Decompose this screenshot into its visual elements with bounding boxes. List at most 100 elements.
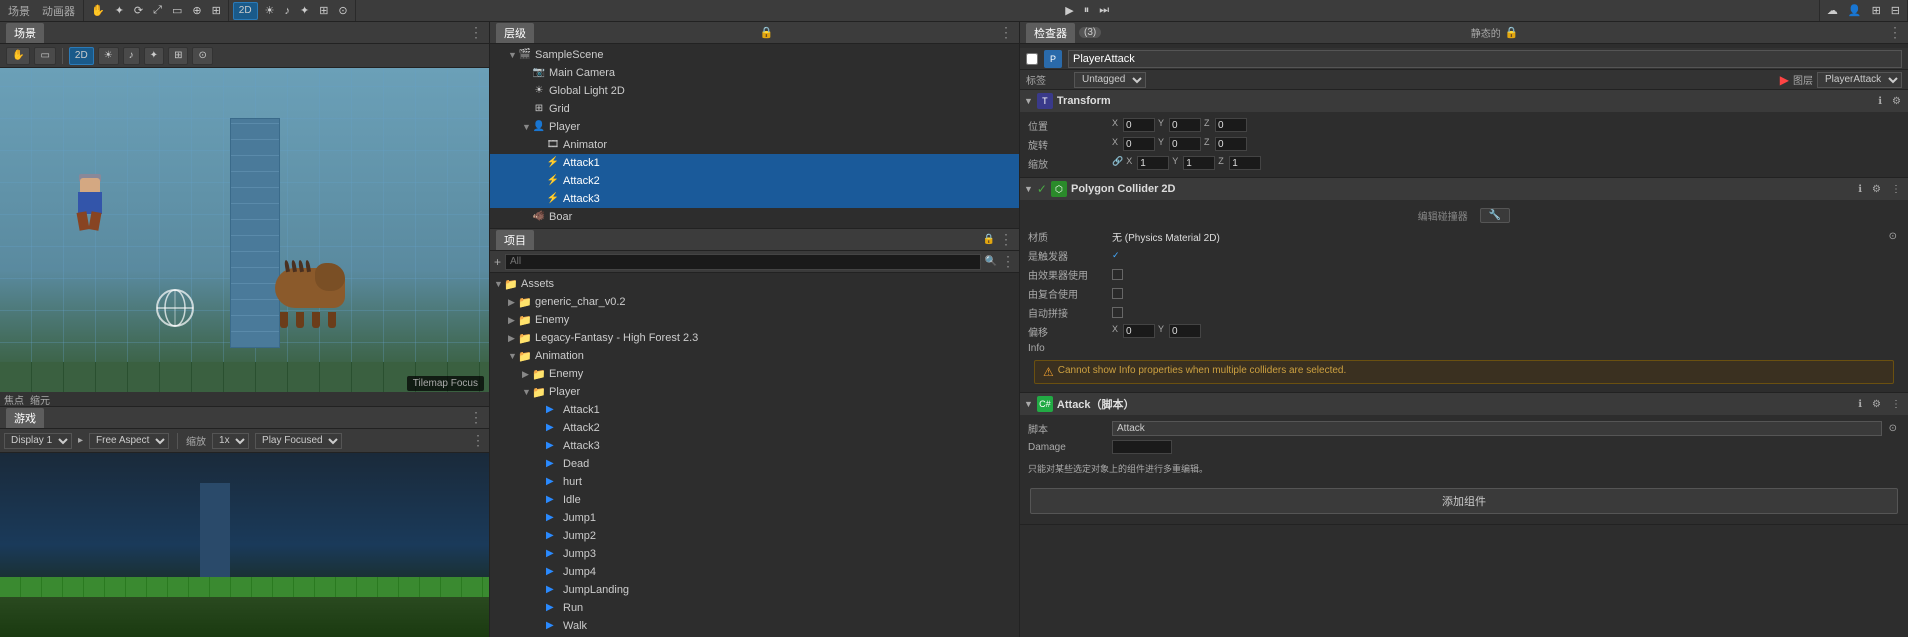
- hier-item-light[interactable]: ☀ Global Light 2D: [490, 82, 1019, 100]
- proj-item-walk-anim[interactable]: ▶ Walk: [490, 617, 1019, 635]
- rot-x-input[interactable]: [1123, 137, 1155, 151]
- proj-item-generic-char[interactable]: ▶ 📁 generic_char_v0.2: [490, 293, 1019, 311]
- project-search-menu[interactable]: ⋮: [1001, 253, 1015, 270]
- proj-item-jump3-anim[interactable]: ▶ Jump3: [490, 545, 1019, 563]
- scale-x-input[interactable]: [1137, 156, 1169, 170]
- scene-audio[interactable]: ♪: [123, 47, 140, 65]
- transform-gear-btn[interactable]: ⚙: [1889, 95, 1904, 108]
- scene-grid[interactable]: ⊞: [168, 47, 188, 65]
- layers-btn[interactable]: ⊞: [1869, 3, 1884, 18]
- project-tab[interactable]: 项目: [496, 230, 534, 250]
- proj-item-jumplanding-anim[interactable]: ▶ JumpLanding: [490, 581, 1019, 599]
- proj-item-assets[interactable]: ▼ 📁 Assets: [490, 275, 1019, 293]
- scene-menu-label[interactable]: 场景: [4, 3, 34, 19]
- proj-item-animation[interactable]: ▼ 📁 Animation: [490, 347, 1019, 365]
- rot-y-input[interactable]: [1169, 137, 1201, 151]
- rot-z-input[interactable]: [1215, 137, 1247, 151]
- pause-btn[interactable]: ⏸: [1081, 3, 1093, 18]
- hierarchy-lock[interactable]: 🔒: [760, 26, 774, 39]
- attack-info-btn[interactable]: ℹ: [1855, 398, 1865, 411]
- project-add-btn[interactable]: +: [494, 255, 501, 269]
- mode-2d-btn[interactable]: 2D: [233, 2, 258, 20]
- collab-btn[interactable]: ☁: [1824, 3, 1841, 18]
- proj-item-attack2-anim[interactable]: ▶ Attack2: [490, 419, 1019, 437]
- play-btn[interactable]: ▶: [1062, 3, 1076, 18]
- proj-item-player-anim[interactable]: ▼ 📁 Player: [490, 383, 1019, 401]
- offset-x-input[interactable]: [1123, 324, 1155, 338]
- add-component-button[interactable]: 添加组件: [1030, 488, 1898, 514]
- inspector-menu[interactable]: ⋮: [1888, 24, 1902, 41]
- proj-item-enemy-anim[interactable]: ▶ 📁 Enemy: [490, 365, 1019, 383]
- tool-scale[interactable]: ⤢: [150, 3, 165, 18]
- step-btn[interactable]: ⏭: [1096, 3, 1112, 18]
- game-toolbar-menu[interactable]: ⋮: [471, 432, 485, 449]
- script-ref-field[interactable]: [1112, 421, 1882, 436]
- hier-item-samplescene[interactable]: ▼ 🎬 SampleScene: [490, 46, 1019, 64]
- inspector-tab[interactable]: 检查器: [1026, 23, 1075, 43]
- game-tab[interactable]: 游戏: [6, 408, 44, 428]
- scene-viewport[interactable]: Tilemap Focus 焦点 缩元: [0, 68, 489, 406]
- project-lock[interactable]: 🔒: [983, 234, 995, 245]
- proj-item-jump4-anim[interactable]: ▶ Jump4: [490, 563, 1019, 581]
- fx-btn[interactable]: ✦: [297, 3, 312, 18]
- scene-tool-pan[interactable]: ✋: [6, 47, 30, 65]
- scene-light[interactable]: ☀: [98, 47, 119, 65]
- obj-active-checkbox[interactable]: [1026, 53, 1038, 65]
- hier-item-player[interactable]: ▼ 👤 Player: [490, 118, 1019, 136]
- tool-hand[interactable]: ✋: [88, 3, 108, 18]
- hier-item-attack2[interactable]: ⚡ Attack2: [490, 172, 1019, 190]
- tool-rotate[interactable]: ⟳: [131, 3, 146, 18]
- project-content[interactable]: ▼ 📁 Assets ▶ 📁 generic_char_v0.2 ▶ 📁 Ene…: [490, 273, 1019, 637]
- game-viewport[interactable]: [0, 453, 489, 637]
- collider-info-btn[interactable]: ℹ: [1855, 183, 1865, 196]
- project-menu[interactable]: ⋮: [999, 231, 1013, 248]
- edit-collider-btn[interactable]: 🔧: [1480, 208, 1510, 223]
- audio-btn[interactable]: ♪: [281, 4, 293, 18]
- collider-gear-btn[interactable]: ⚙: [1869, 183, 1884, 196]
- scene-mode-2d[interactable]: 2D: [69, 47, 94, 65]
- hierarchy-menu[interactable]: ⋮: [999, 24, 1013, 41]
- offset-y-input[interactable]: [1169, 324, 1201, 338]
- layout-btn[interactable]: ⊟: [1888, 3, 1903, 18]
- proj-item-dead-anim[interactable]: ▶ Dead: [490, 455, 1019, 473]
- attack-header[interactable]: ▼ C# Attack（脚本） ℹ ⚙ ⋮: [1020, 393, 1908, 415]
- proj-item-legacy[interactable]: ▶ 📁 Legacy-Fantasy - High Forest 2.3: [490, 329, 1019, 347]
- hierarchy-tab[interactable]: 层级: [496, 23, 534, 43]
- proj-item-jump2-anim[interactable]: ▶ Jump2: [490, 527, 1019, 545]
- layout-scene-btn[interactable]: ⊞: [316, 3, 331, 18]
- scene-tab[interactable]: 场景: [6, 23, 44, 43]
- damage-field[interactable]: [1112, 440, 1172, 454]
- pos-x-input[interactable]: [1123, 118, 1155, 132]
- pos-y-input[interactable]: [1169, 118, 1201, 132]
- scene-gizmo[interactable]: ⊙: [192, 47, 212, 65]
- project-search-input[interactable]: [505, 254, 981, 270]
- proj-item-attack3-anim[interactable]: ▶ Attack3: [490, 437, 1019, 455]
- proj-item-attack1-anim[interactable]: ▶ Attack1: [490, 401, 1019, 419]
- proj-item-enemy[interactable]: ▶ 📁 Enemy: [490, 311, 1019, 329]
- scene-panel-menu[interactable]: ⋮: [469, 24, 483, 41]
- scale-y-input[interactable]: [1183, 156, 1215, 170]
- proj-item-hurt-anim[interactable]: ▶ hurt: [490, 473, 1019, 491]
- attack-menu-btn[interactable]: ⋮: [1888, 398, 1904, 411]
- hier-item-maincamera[interactable]: 📷 Main Camera: [490, 64, 1019, 82]
- account-btn[interactable]: 👤: [1845, 3, 1865, 18]
- obj-name-field[interactable]: [1068, 50, 1902, 68]
- tool-transform[interactable]: ⊕: [189, 3, 204, 18]
- proj-item-run-anim[interactable]: ▶ Run: [490, 599, 1019, 617]
- pos-z-input[interactable]: [1215, 118, 1247, 132]
- layer-select[interactable]: PlayerAttack: [1817, 72, 1902, 88]
- scale-z-input[interactable]: [1229, 156, 1261, 170]
- inspector-lock-icon[interactable]: 🔒: [1505, 26, 1519, 39]
- lighting-btn[interactable]: ☀: [262, 3, 278, 18]
- autobind-checkbox[interactable]: [1112, 307, 1123, 318]
- hier-item-attack3[interactable]: ⚡ Attack3: [490, 190, 1019, 208]
- transform-info-btn[interactable]: ℹ: [1875, 95, 1885, 108]
- scene-tool-rect[interactable]: ▭: [34, 47, 55, 65]
- scale-select[interactable]: 1x: [212, 433, 249, 449]
- tool-rect[interactable]: ▭: [169, 3, 185, 18]
- transform-header[interactable]: ▼ T Transform ℹ ⚙: [1020, 90, 1908, 112]
- aspect-select[interactable]: Free Aspect: [89, 433, 169, 449]
- hier-item-animator[interactable]: 🎞 Animator: [490, 136, 1019, 154]
- hierarchy-content[interactable]: ▼ 🎬 SampleScene 📷 Main Camera ☀ Gl: [490, 44, 1019, 228]
- script-select-btn[interactable]: ⊙: [1886, 422, 1900, 435]
